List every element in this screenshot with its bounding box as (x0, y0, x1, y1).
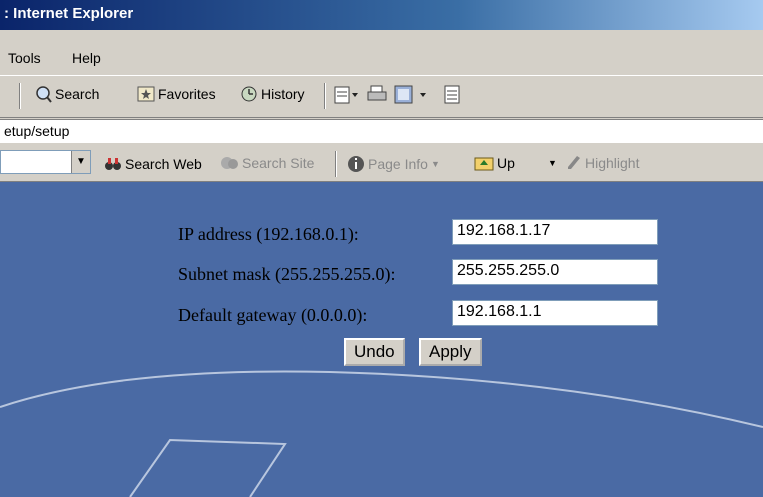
ip-row: IP address (192.168.0.1): 192.168.1.17 (0, 219, 763, 249)
discuss-button[interactable] (443, 85, 461, 105)
page-content: IP address (192.168.0.1): 192.168.1.17 S… (0, 182, 763, 497)
up-label: Up (497, 155, 515, 171)
links-toolbar: ▼ Search Web Search Site Page Info ▼ Up … (0, 143, 763, 182)
search-icon (36, 86, 52, 103)
mail-icon (334, 86, 358, 104)
chevron-down-icon[interactable]: ▼ (71, 151, 90, 173)
search-web-label: Search Web (125, 156, 202, 172)
up-button[interactable]: Up (474, 155, 515, 171)
highlighter-icon (568, 156, 580, 169)
search-button[interactable]: Search (34, 85, 99, 103)
favorites-icon (137, 86, 155, 102)
search-site-icon (221, 157, 238, 169)
highlight-label: Highlight (585, 155, 640, 171)
address-field[interactable]: etup/setup (4, 123, 69, 139)
history-button[interactable]: History (240, 85, 305, 103)
history-button-label: History (261, 86, 305, 102)
print-button[interactable] (367, 85, 387, 103)
edit-button[interactable] (394, 85, 434, 105)
menu-bar: Tools Help (0, 45, 763, 76)
default-gateway-input[interactable]: 192.168.1.1 (452, 300, 658, 326)
edit-icon (394, 85, 426, 104)
page-info-button[interactable]: Page Info ▼ (347, 155, 440, 173)
ip-address-label: IP address (192.168.0.1): (178, 224, 359, 244)
address-bar[interactable]: etup/setup (0, 119, 763, 144)
search-web-button[interactable]: Search Web (104, 155, 202, 173)
window-title: : Internet Explorer (4, 5, 134, 22)
folder-up-icon (474, 157, 494, 171)
search-button-label: Search (55, 86, 100, 102)
binoculars-icon (105, 158, 121, 170)
toolbar-separator (19, 83, 21, 109)
apply-button[interactable]: Apply (419, 338, 482, 366)
search-site-label: Search Site (242, 155, 315, 171)
subnet-mask-label: Subnet mask (255.255.255.0): (178, 264, 396, 284)
standard-toolbar: Search Favorites History (0, 77, 763, 118)
highlight-button[interactable]: Highlight (566, 155, 639, 171)
mask-row: Subnet mask (255.255.255.0): 255.255.255… (0, 259, 763, 289)
info-icon (348, 156, 364, 172)
gateway-row: Default gateway (0.0.0.0): 192.168.1.1 (0, 300, 763, 330)
subnet-mask-input[interactable]: 255.255.255.0 (452, 259, 658, 285)
favorites-button-label: Favorites (158, 86, 216, 102)
print-icon (367, 85, 387, 101)
chevron-down-icon[interactable]: ▼ (431, 159, 440, 169)
chevron-down-icon[interactable]: ▼ (548, 158, 557, 168)
search-combo[interactable]: ▼ (0, 150, 91, 174)
history-icon (241, 86, 257, 102)
menu-tools[interactable]: Tools (8, 50, 41, 66)
page-info-label: Page Info (368, 156, 428, 172)
favorites-button[interactable]: Favorites (137, 85, 216, 103)
menu-help[interactable]: Help (72, 50, 101, 66)
default-gateway-label: Default gateway (0.0.0.0): (178, 305, 368, 325)
window-title-bar: : Internet Explorer (0, 0, 763, 30)
mail-button[interactable] (334, 85, 360, 105)
ip-address-input[interactable]: 192.168.1.17 (452, 219, 658, 245)
toolbar-separator (335, 151, 337, 177)
discuss-icon (444, 85, 460, 104)
undo-button[interactable]: Undo (344, 338, 405, 366)
toolbar-separator (324, 83, 326, 109)
search-site-button[interactable]: Search Site (219, 155, 314, 171)
